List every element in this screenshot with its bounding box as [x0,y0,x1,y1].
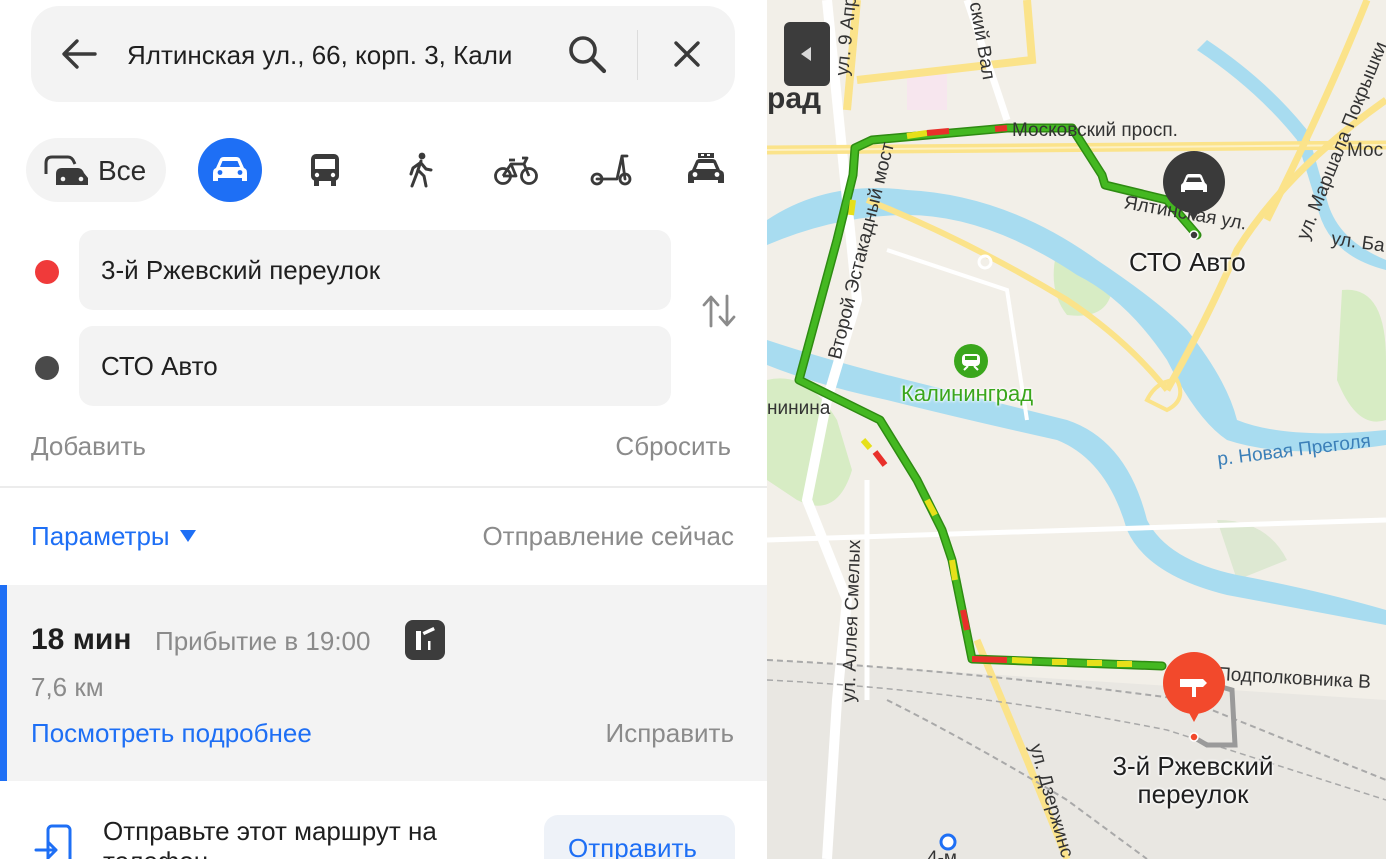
mode-bus-button[interactable] [293,138,357,202]
route-fix-link[interactable]: Исправить [606,718,734,749]
close-icon[interactable] [671,38,703,70]
search-separator [637,30,638,80]
route-panel: Ялтинская ул., 66, корп. 3, Кали Все 3-й… [0,0,767,859]
departure-time-link[interactable]: Отправление сейчас [482,521,734,552]
map-label-city-fragment: рад [767,82,822,115]
mode-car-button[interactable] [198,138,262,202]
map-place-finish: 3-й Ржевский переулок [1112,751,1274,809]
parameters-label: Параметры [31,521,170,551]
swap-points-icon[interactable] [700,292,738,330]
route-duration: 18 мин [31,623,132,656]
taxi-icon [688,153,724,183]
map[interactable]: рад Московский просп. Мос Ялтинская ул. … [767,0,1386,859]
route-arrival-time: Прибытие в 19:00 [155,626,371,656]
toll-road-icon [405,620,445,660]
end-point-label: СТО Авто [101,351,218,381]
mode-walk-button[interactable] [388,138,452,202]
transport-modes: Все [26,138,746,202]
scooter-icon [590,154,632,186]
divider [0,486,767,488]
city-railway-icon [954,344,988,378]
destination-car-pin-icon[interactable] [1161,150,1227,242]
selected-route-indicator [0,585,7,781]
map-label-ninina: нинина [767,398,831,419]
walk-icon [409,152,433,188]
parameters-dropdown[interactable]: Параметры [31,521,196,552]
dropdown-triangle-icon [179,530,196,542]
route-details-link[interactable]: Посмотреть подробнее [31,718,312,749]
bike-icon [494,156,538,185]
send-button-label: Отправить [568,833,697,859]
end-point-dot-icon [35,356,59,380]
send-route-text: Отправьте этот маршрут на телефон [103,816,437,859]
search-input[interactable]: Ялтинская ул., 66, корп. 3, Кали [127,40,547,71]
mode-scooter-button[interactable] [579,138,643,202]
start-point-field[interactable]: 3-й Ржевский переулок [79,230,671,310]
map-label-moskovsky: Московский просп. [1012,120,1178,141]
start-point-pin-icon[interactable] [1161,650,1227,742]
back-arrow-icon[interactable] [59,36,99,72]
send-to-phone-icon [34,824,72,859]
route-distance: 7,6 км [31,672,104,702]
send-button[interactable]: Отправить [544,815,735,859]
map-place-kaliningrad: Калининград [901,381,1034,406]
collapse-panel-button[interactable] [784,22,830,86]
mode-taxi-button[interactable] [674,138,738,202]
car-icon [213,157,247,181]
mode-all-button[interactable]: Все [26,138,166,202]
start-point-label: 3-й Ржевский переулок [101,255,381,285]
transport-all-icon [44,155,88,185]
mode-bike-button[interactable] [484,138,548,202]
search-icon[interactable] [567,34,607,74]
route-option-card[interactable]: 18 мин Прибытие в 19:00 7,6 км Посмотрет… [0,585,767,781]
map-label-station: 4-м [927,848,957,859]
mode-all-label: Все [98,155,147,186]
add-point-link[interactable]: Добавить [31,431,146,462]
reset-link[interactable]: Сбросить [615,431,731,462]
search-bar: Ялтинская ул., 66, корп. 3, Кали [31,6,735,102]
map-place-sto: СТО Авто [1129,247,1246,277]
bus-icon [311,154,339,186]
end-point-field[interactable]: СТО Авто [79,326,671,406]
start-point-dot-icon [35,260,59,284]
